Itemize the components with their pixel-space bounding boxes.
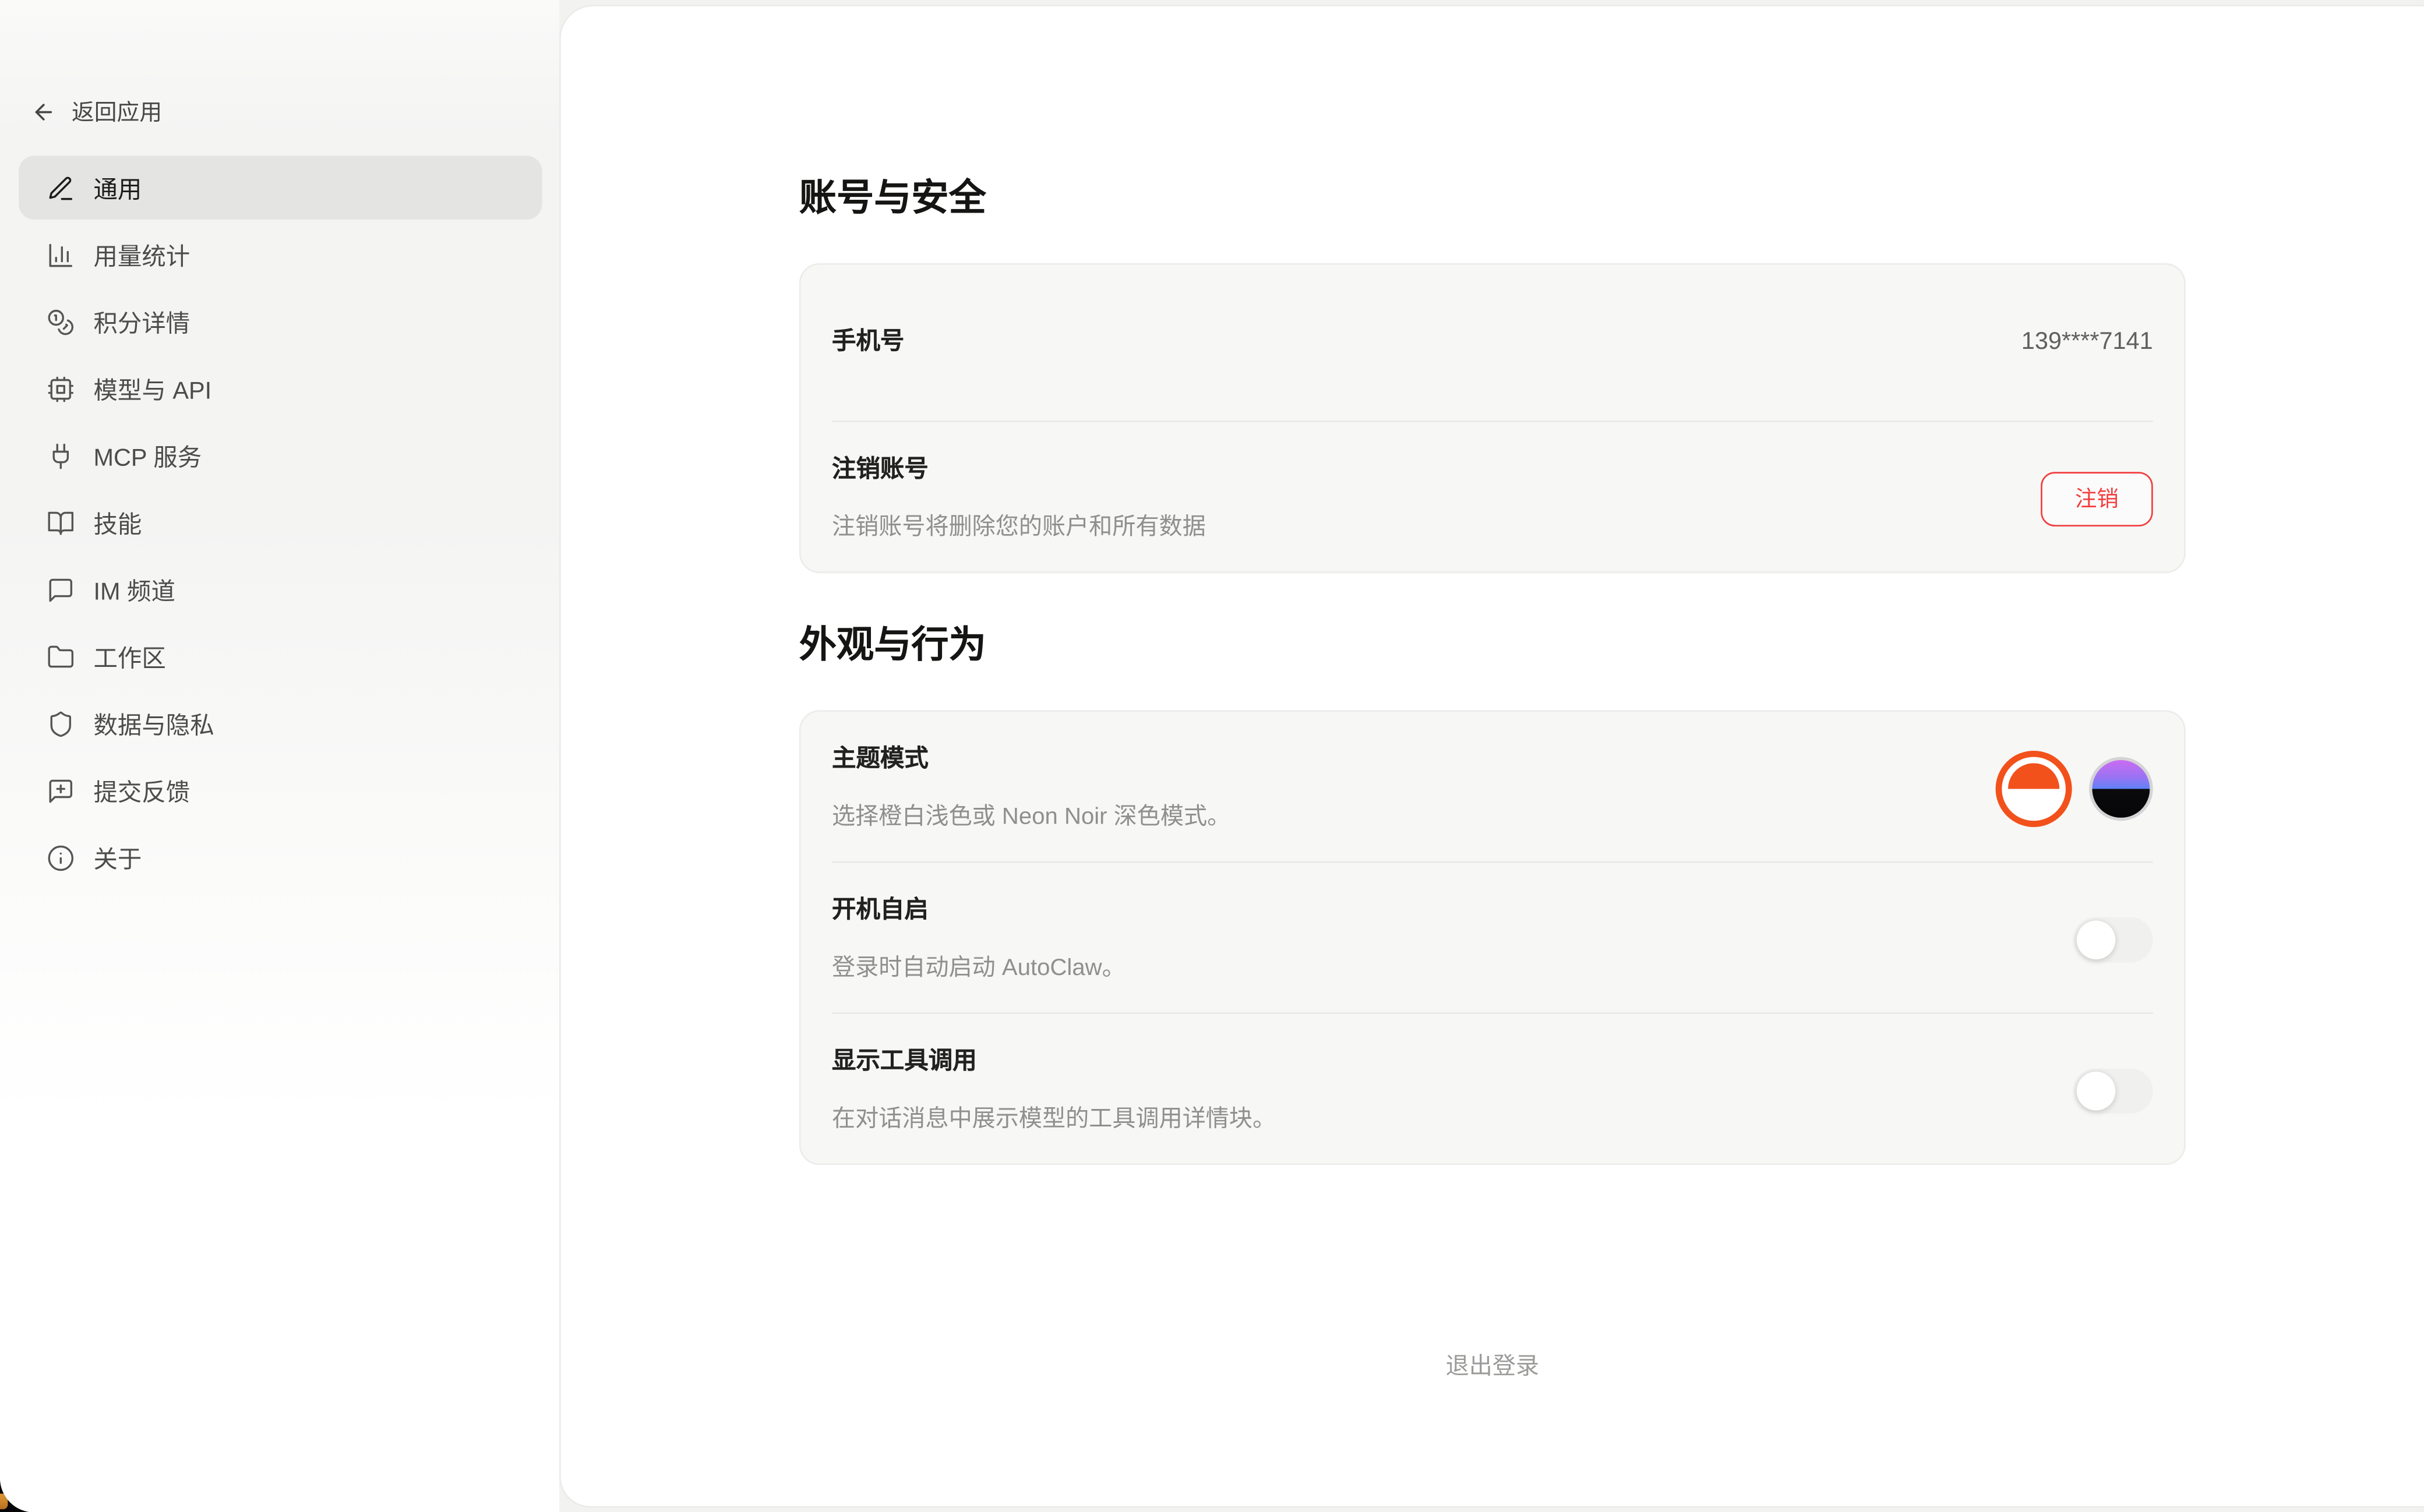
sidebar-item-feedback[interactable]: 提交反馈	[19, 758, 542, 822]
arrow-left-icon	[31, 99, 56, 124]
sidebar-item-label: 技能	[93, 506, 142, 540]
sidebar-item-label: 模型与 API	[93, 372, 211, 406]
phone-number-value: 139****7141	[2021, 328, 2153, 356]
autostart-row: 开机自启 登录时自动启动 AutoClaw。	[801, 863, 2185, 1012]
back-to-app-label: 返回应用	[72, 95, 162, 128]
settings-sidebar: 返回应用 通用 用量统计	[0, 0, 559, 1512]
sidebar-item-label: 用量统计	[93, 238, 190, 272]
sidebar-item-models-api[interactable]: 模型与 API	[19, 356, 542, 421]
theme-mode-description: 选择橙白浅色或 Neon Noir 深色模式。	[832, 801, 1230, 833]
phone-number-row: 手机号 139****7141	[801, 265, 2185, 421]
sidebar-item-label: 提交反馈	[93, 773, 190, 808]
show-tool-calls-label: 显示工具调用	[832, 1045, 1276, 1079]
sidebar-item-general[interactable]: 通用	[19, 156, 542, 220]
message-square-plus-icon	[47, 776, 75, 804]
sidebar-item-credits[interactable]: 积分详情	[19, 289, 542, 354]
theme-mode-text: 主题模式 选择橙白浅色或 Neon Noir 深色模式。	[832, 743, 1230, 833]
settings-shell: 返回应用 通用 用量统计	[0, 0, 2424, 1512]
sidebar-item-about[interactable]: 关于	[19, 825, 542, 889]
coins-icon	[47, 308, 75, 335]
sidebar-nav: 通用 用量统计 积分详情	[19, 156, 542, 892]
info-icon	[47, 843, 75, 871]
back-to-app-button[interactable]: 返回应用	[31, 95, 162, 128]
sidebar-item-workspace[interactable]: 工作区	[19, 624, 542, 688]
sidebar-item-label: 积分详情	[93, 305, 190, 339]
shield-icon	[47, 709, 75, 737]
settings-content: 账号与安全 手机号 139****7141 注销账号 注销账号将删除您的账户和所…	[799, 6, 2186, 1382]
settings-main-panel: 账号与安全 手机号 139****7141 注销账号 注销账号将删除您的账户和所…	[559, 5, 2424, 1507]
theme-swatches	[1996, 750, 2153, 826]
logout-button[interactable]: 退出登录	[1446, 1349, 1539, 1382]
theme-mode-label: 主题模式	[832, 743, 1230, 778]
account-security-card: 手机号 139****7141 注销账号 注销账号将删除您的账户和所有数据 注销	[799, 263, 2186, 573]
show-tool-calls-toggle[interactable]	[2073, 1068, 2153, 1113]
appearance-behavior-card: 主题模式 选择橙白浅色或 Neon Noir 深色模式。	[799, 710, 2186, 1165]
sidebar-item-im-channels[interactable]: IM 频道	[19, 557, 542, 621]
theme-light-swatch-core	[2008, 762, 2059, 814]
delete-account-label: 注销账号	[832, 453, 1206, 487]
book-open-icon	[47, 508, 75, 536]
show-tool-calls-row: 显示工具调用 在对话消息中展示模型的工具调用详情块。	[801, 1014, 2185, 1164]
sidebar-item-skills[interactable]: 技能	[19, 490, 542, 554]
sidebar-item-data-privacy[interactable]: 数据与隐私	[19, 691, 542, 755]
autostart-toggle[interactable]	[2073, 917, 2153, 962]
sidebar-item-label: 数据与隐私	[93, 706, 214, 741]
autostart-text: 开机自启 登录时自动启动 AutoClaw。	[832, 894, 1125, 984]
theme-light-swatch[interactable]	[1996, 750, 2072, 826]
pencil-icon	[47, 174, 75, 202]
plug-icon	[47, 441, 75, 469]
phone-number-label: 手机号	[832, 326, 904, 360]
theme-dark-swatch[interactable]	[2089, 756, 2153, 820]
delete-account-row: 注销账号 注销账号将删除您的账户和所有数据 注销	[801, 422, 2185, 572]
theme-mode-row: 主题模式 选择橙白浅色或 Neon Noir 深色模式。	[801, 712, 2185, 861]
sidebar-item-label: MCP 服务	[93, 439, 202, 473]
delete-account-text: 注销账号 注销账号将删除您的账户和所有数据	[832, 453, 1206, 543]
sidebar-item-usage-stats[interactable]: 用量统计	[19, 222, 542, 287]
delete-account-description: 注销账号将删除您的账户和所有数据	[832, 511, 1206, 543]
settings-window: 返回应用 通用 用量统计	[0, 0, 2424, 1512]
autostart-label: 开机自启	[832, 894, 1125, 928]
folder-icon	[47, 642, 75, 670]
show-tool-calls-text: 显示工具调用 在对话消息中展示模型的工具调用详情块。	[832, 1045, 1276, 1135]
message-square-icon	[47, 575, 75, 603]
autostart-toggle-knob	[2077, 920, 2116, 959]
show-tool-calls-description: 在对话消息中展示模型的工具调用详情块。	[832, 1103, 1276, 1135]
sidebar-item-label: IM 频道	[93, 573, 175, 607]
autostart-description: 登录时自动启动 AutoClaw。	[832, 952, 1125, 984]
cpu-icon	[47, 375, 75, 402]
appearance-behavior-title: 外观与行为	[799, 623, 2186, 670]
sidebar-item-label: 工作区	[93, 640, 165, 674]
delete-account-button[interactable]: 注销	[2041, 471, 2153, 526]
sidebar-item-label: 关于	[93, 840, 142, 875]
show-tool-calls-toggle-knob	[2077, 1071, 2116, 1110]
bar-chart-icon	[47, 241, 75, 269]
account-security-title: 账号与安全	[799, 176, 2186, 222]
sidebar-item-mcp-services[interactable]: MCP 服务	[19, 423, 542, 487]
sidebar-item-label: 通用	[93, 171, 142, 205]
